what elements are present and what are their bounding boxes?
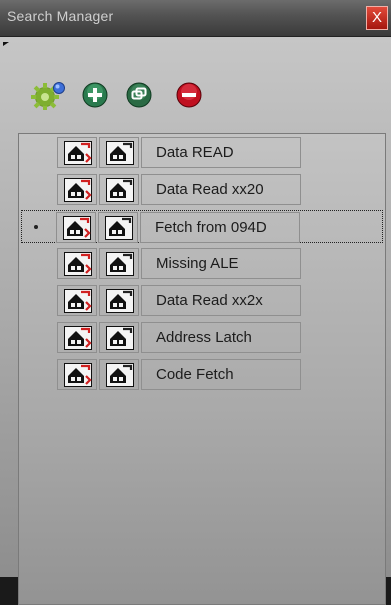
selection-bullet: [34, 225, 38, 229]
search-forward-button[interactable]: [57, 137, 97, 168]
search-row[interactable]: Missing ALE: [57, 247, 317, 280]
search-backward-icon: [105, 216, 133, 240]
search-backward-icon: [106, 178, 134, 202]
search-row[interactable]: Address Latch: [57, 321, 317, 354]
search-forward-icon: [64, 289, 92, 313]
resize-corner-icon[interactable]: [3, 42, 9, 46]
search-row[interactable]: Data Read xx20: [57, 173, 317, 206]
search-backward-icon: [106, 141, 134, 165]
search-label[interactable]: Data Read xx20: [141, 174, 301, 205]
search-forward-button[interactable]: [57, 285, 97, 316]
search-backward-button[interactable]: [99, 174, 139, 205]
search-backward-button[interactable]: [98, 212, 138, 243]
search-backward-button[interactable]: [99, 285, 139, 316]
window-title: Search Manager: [7, 8, 114, 24]
remove-icon[interactable]: [176, 82, 202, 108]
search-backward-button[interactable]: [99, 248, 139, 279]
search-forward-icon: [64, 252, 92, 276]
search-list: Data READ Data Read xx20 Fetch from 094D Mi…: [18, 133, 386, 605]
search-label[interactable]: Data Read xx2x: [141, 285, 301, 316]
search-forward-icon: [64, 178, 92, 202]
search-backward-icon: [106, 363, 134, 387]
search-row[interactable]: Fetch from 094D: [21, 210, 383, 243]
gear-icon[interactable]: [30, 80, 68, 110]
main-panel: Data READ Data Read xx20 Fetch from 094D Mi…: [0, 37, 391, 605]
search-forward-button[interactable]: [57, 359, 97, 390]
search-backward-button[interactable]: [99, 322, 139, 353]
close-button[interactable]: X: [366, 6, 388, 30]
search-label[interactable]: Address Latch: [141, 322, 301, 353]
add-icon[interactable]: [82, 82, 108, 108]
search-forward-button[interactable]: [57, 248, 97, 279]
search-forward-icon: [64, 363, 92, 387]
search-forward-button[interactable]: [57, 174, 97, 205]
search-label[interactable]: Data READ: [141, 137, 301, 168]
title-bar: Search Manager X: [0, 0, 391, 37]
search-forward-icon: [63, 216, 91, 240]
search-label[interactable]: Code Fetch: [141, 359, 301, 390]
search-label[interactable]: Missing ALE: [141, 248, 301, 279]
search-forward-button[interactable]: [57, 322, 97, 353]
search-forward-button[interactable]: [56, 212, 96, 243]
search-label[interactable]: Fetch from 094D: [140, 212, 300, 243]
search-backward-icon: [106, 289, 134, 313]
search-forward-icon: [64, 326, 92, 350]
search-row[interactable]: Data Read xx2x: [57, 284, 317, 317]
search-row[interactable]: Data READ: [57, 136, 317, 169]
search-row[interactable]: Code Fetch: [57, 358, 317, 391]
search-backward-button[interactable]: [99, 359, 139, 390]
search-backward-icon: [106, 326, 134, 350]
search-backward-button[interactable]: [99, 137, 139, 168]
copy-icon[interactable]: [126, 82, 152, 108]
search-backward-icon: [106, 252, 134, 276]
search-forward-icon: [64, 141, 92, 165]
